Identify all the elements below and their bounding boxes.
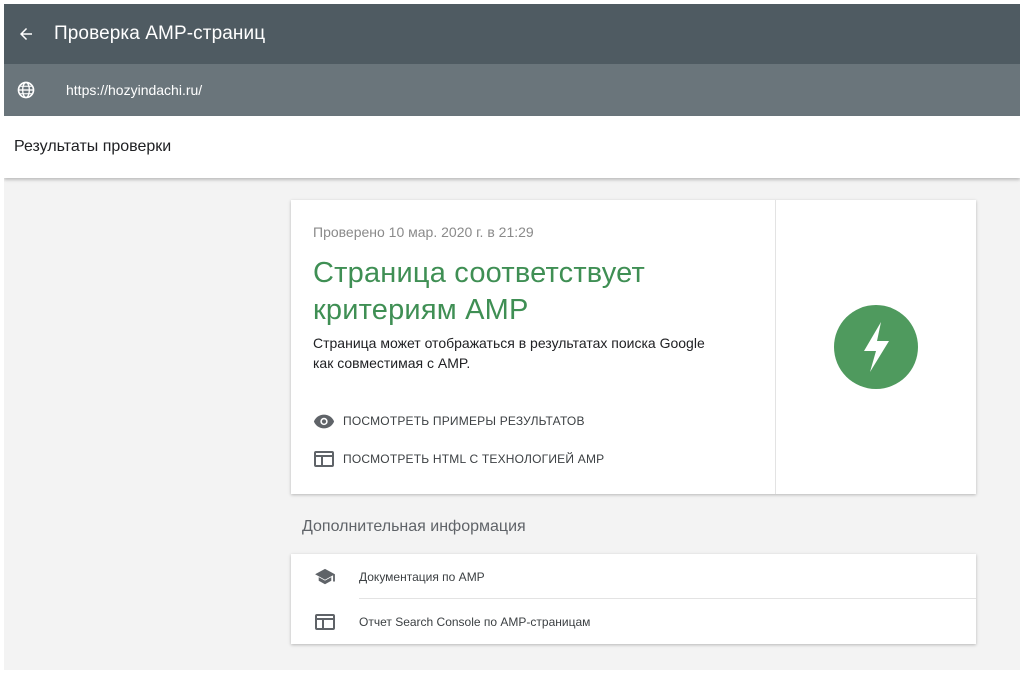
status-description-line1: Страница может отображаться в результата… [313, 335, 705, 351]
top-app-bar: Проверка AMP-страниц [4, 4, 1020, 64]
additional-links-card: Документация по AMP Отчет Search Console… [291, 554, 976, 644]
url-bar: https://hozyindachi.ru/ [4, 64, 1020, 116]
graduation-cap-icon [313, 567, 337, 587]
arrow-left-icon [20, 28, 32, 40]
view-amp-html-label: ПОСМОТРЕТЬ HTML С ТЕХНОЛОГИЕЙ AMP [343, 452, 605, 466]
results-title: Результаты проверки [14, 138, 172, 155]
checked-date: Проверено 10 мар. 2020 г. в 21:29 [313, 224, 534, 240]
amp-documentation-label: Документация по AMP [359, 569, 485, 584]
status-description: Страница может отображаться в результата… [313, 333, 753, 373]
page-title: Проверка AMP-страниц [54, 23, 266, 44]
result-status-panel [776, 200, 976, 494]
amp-documentation-link[interactable]: Документация по AMP [291, 554, 976, 599]
result-card: Проверено 10 мар. 2020 г. в 21:29 Страни… [291, 200, 976, 494]
tested-url: https://hozyindachi.ru/ [66, 82, 203, 98]
additional-info-title: Дополнительная информация [302, 518, 526, 535]
view-results-examples-label: ПОСМОТРЕТЬ ПРИМЕРЫ РЕЗУЛЬТАТОВ [343, 414, 585, 428]
back-button[interactable] [4, 4, 48, 64]
view-amp-html-button[interactable]: ПОСМОТРЕТЬ HTML С ТЕХНОЛОГИЕЙ AMP [313, 450, 604, 468]
status-title-line2: критериям AMP [313, 294, 529, 326]
amp-status-badge [834, 305, 918, 389]
search-console-amp-report-link[interactable]: Отчет Search Console по AMP-страницам [291, 599, 976, 644]
view-results-examples-button[interactable]: ПОСМОТРЕТЬ ПРИМЕРЫ РЕЗУЛЬТАТОВ [313, 412, 585, 430]
amp-lightning-icon [864, 322, 889, 372]
results-header: Результаты проверки [4, 116, 1020, 178]
search-console-amp-report-label: Отчет Search Console по AMP-страницам [359, 614, 591, 629]
globe-icon [17, 81, 35, 99]
result-main-panel: Проверено 10 мар. 2020 г. в 21:29 Страни… [291, 200, 776, 494]
status-title: Страница соответствует критериям AMP [313, 255, 753, 329]
globe-icon-wrap [4, 64, 48, 116]
web-page-icon [313, 450, 335, 468]
web-page-icon [313, 612, 337, 632]
status-description-line2: как совместимая с AMP. [313, 355, 471, 371]
app-frame: Проверка AMP-страниц https://hozyindachi… [4, 4, 1020, 670]
eye-icon [313, 412, 335, 430]
status-title-line1: Страница соответствует [313, 257, 645, 289]
